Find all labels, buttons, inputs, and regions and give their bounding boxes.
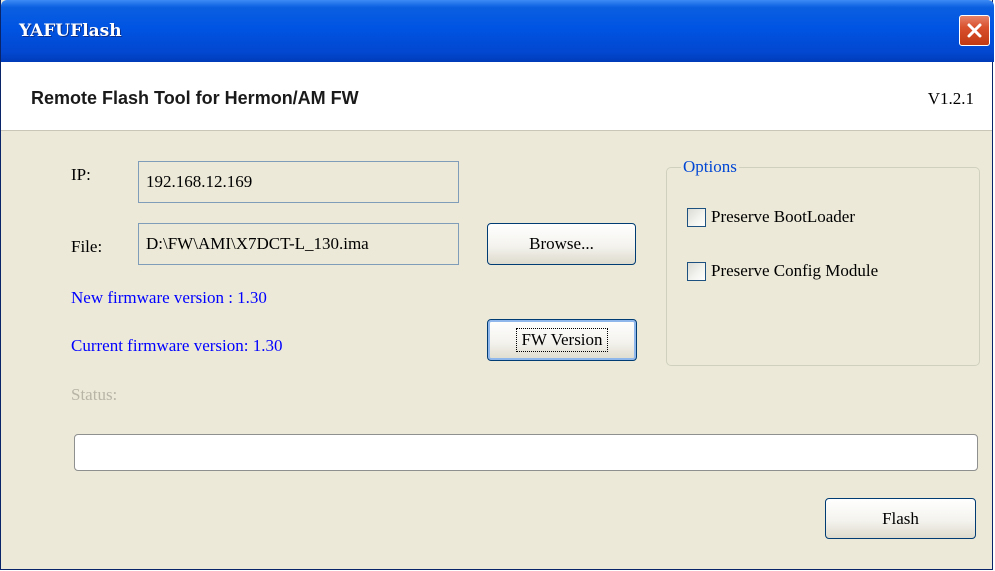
browse-button[interactable]: Browse... xyxy=(487,223,636,265)
ip-value: 192.168.12.169 xyxy=(146,172,253,191)
preserve-config-module-checkbox[interactable] xyxy=(687,262,706,281)
file-path-value: D:\FW\AMI\X7DCT-L_130.ima xyxy=(146,234,369,253)
fw-version-button-label: FW Version xyxy=(516,328,608,352)
file-path-field[interactable]: D:\FW\AMI\X7DCT-L_130.ima xyxy=(138,223,459,265)
browse-button-label: Browse... xyxy=(529,234,594,253)
header-banner: Remote Flash Tool for Hermon/AM FW V1.2.… xyxy=(1,62,992,131)
options-group-title: Options xyxy=(681,157,739,177)
status-label: Status: xyxy=(71,385,118,404)
preserve-bootloader-checkbox[interactable] xyxy=(687,208,706,227)
version-label: V1.2.1 xyxy=(927,89,974,108)
preserve-bootloader-label[interactable]: Preserve BootLoader xyxy=(711,207,855,227)
title-bar[interactable]: YAFUFlash xyxy=(1,0,994,62)
current-firmware-version: Current firmware version: 1.30 xyxy=(71,336,283,355)
fw-version-button[interactable]: FW Version xyxy=(487,319,637,361)
file-label: File: xyxy=(71,237,103,256)
ip-field[interactable]: 192.168.12.169 xyxy=(138,161,459,203)
preserve-config-module-label[interactable]: Preserve Config Module xyxy=(711,261,878,281)
window-title: YAFUFlash xyxy=(19,21,122,41)
yafuflash-window: YAFUFlash Remote Flash Tool for Hermon/A… xyxy=(0,0,994,570)
flash-progress-bar xyxy=(74,434,978,471)
flash-button-label: Flash xyxy=(882,508,919,528)
flash-button[interactable]: Flash xyxy=(825,498,976,539)
new-firmware-version: New firmware version : 1.30 xyxy=(71,288,267,307)
close-button[interactable] xyxy=(959,15,990,46)
tool-title: Remote Flash Tool for Hermon/AM FW xyxy=(31,88,359,108)
close-icon xyxy=(966,22,983,39)
ip-label: IP: xyxy=(71,165,91,184)
